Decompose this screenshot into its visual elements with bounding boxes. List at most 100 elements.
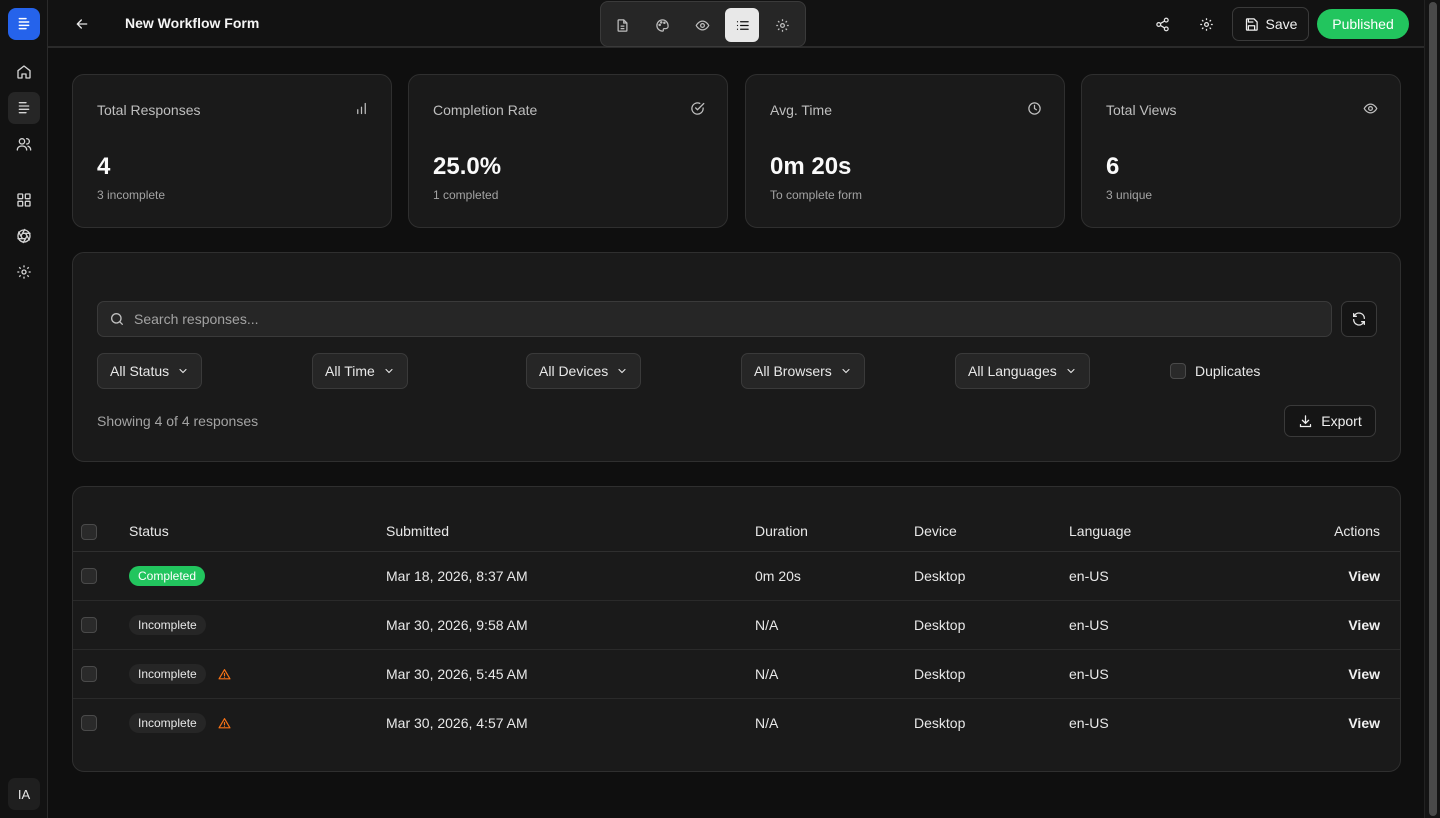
device-cell: Desktop bbox=[914, 715, 966, 731]
gear-icon bbox=[775, 18, 789, 32]
duration-cell: N/A bbox=[755, 666, 779, 682]
devices-filter[interactable]: All Devices bbox=[526, 353, 642, 389]
stat-subtext: 3 incomplete bbox=[97, 188, 166, 202]
duplicates-toggle[interactable]: Duplicates bbox=[1170, 363, 1260, 379]
document-icon bbox=[617, 18, 627, 32]
users-icon bbox=[16, 138, 32, 151]
table-header: Status Submitted Duration Device Languag… bbox=[73, 487, 1400, 552]
row-checkbox[interactable] bbox=[81, 617, 97, 633]
duplicates-checkbox[interactable] bbox=[1170, 363, 1186, 379]
results-count: Showing 4 of 4 responses bbox=[97, 413, 259, 429]
row-checkbox[interactable] bbox=[81, 715, 97, 731]
language-cell: en-US bbox=[1069, 715, 1109, 731]
clock-icon bbox=[1027, 101, 1042, 116]
tab-settings[interactable] bbox=[765, 8, 799, 42]
bar-chart-icon bbox=[354, 101, 369, 116]
tab-editor[interactable] bbox=[605, 8, 639, 42]
submitted-cell: Mar 18, 2026, 8:37 AM bbox=[386, 568, 528, 584]
export-button[interactable]: Export bbox=[1284, 405, 1376, 437]
back-button[interactable] bbox=[70, 12, 94, 36]
chevron-down-icon bbox=[179, 368, 187, 374]
arrow-left-icon bbox=[76, 19, 88, 29]
table-row: Incomplete Mar 30, 2026, 4:57 AM N/A Des… bbox=[73, 699, 1400, 748]
stat-label: Total Views bbox=[1106, 102, 1177, 118]
select-all-checkbox[interactable] bbox=[81, 524, 97, 540]
language-cell: en-US bbox=[1069, 666, 1109, 682]
browsers-filter[interactable]: All Browsers bbox=[741, 353, 865, 389]
view-mode-switch bbox=[600, 1, 806, 47]
sidebar: IA bbox=[0, 0, 48, 818]
check-circle-icon bbox=[690, 101, 705, 116]
tab-responses[interactable] bbox=[725, 8, 759, 42]
device-cell: Desktop bbox=[914, 666, 966, 682]
save-label: Save bbox=[1265, 16, 1298, 32]
save-button[interactable]: Save bbox=[1232, 7, 1309, 41]
duration-cell: 0m 20s bbox=[755, 568, 801, 584]
device-cell: Desktop bbox=[914, 568, 966, 584]
warning-icon bbox=[218, 717, 231, 730]
gear-icon bbox=[1199, 17, 1213, 31]
stat-subtext: 3 unique bbox=[1106, 188, 1153, 202]
warning-icon bbox=[218, 668, 231, 681]
refresh-icon bbox=[1353, 312, 1365, 326]
sidebar-item-users[interactable] bbox=[8, 128, 40, 160]
duration-cell: N/A bbox=[755, 715, 779, 731]
form-list-icon bbox=[18, 17, 30, 30]
view-link[interactable]: View bbox=[1348, 666, 1380, 682]
sidebar-item-home[interactable] bbox=[8, 56, 40, 88]
stat-value: 0m 20s bbox=[770, 153, 852, 180]
table-row: Completed Mar 18, 2026, 8:37 AM 0m 20s D… bbox=[73, 552, 1400, 601]
page-scrollbar[interactable] bbox=[1424, 0, 1440, 818]
sidebar-item-apps[interactable] bbox=[8, 184, 40, 216]
save-icon bbox=[1245, 17, 1258, 31]
languages-filter[interactable]: All Languages bbox=[955, 353, 1090, 389]
scrollbar-thumb[interactable] bbox=[1429, 2, 1437, 816]
column-device: Device bbox=[914, 523, 957, 539]
submitted-cell: Mar 30, 2026, 4:57 AM bbox=[386, 715, 528, 731]
sidebar-item-forms[interactable] bbox=[8, 92, 40, 124]
search-input[interactable] bbox=[134, 302, 1314, 336]
share-button[interactable] bbox=[1150, 12, 1174, 36]
chevron-down-icon bbox=[618, 368, 626, 374]
avatar[interactable]: IA bbox=[8, 778, 40, 810]
stat-card-completion-rate: Completion Rate 25.0% 1 completed bbox=[408, 74, 728, 228]
view-link[interactable]: View bbox=[1348, 568, 1380, 584]
page-title: New Workflow Form bbox=[125, 15, 260, 31]
column-duration: Duration bbox=[755, 523, 808, 539]
chevron-down-icon bbox=[1067, 368, 1075, 374]
sidebar-item-integrations[interactable] bbox=[8, 220, 40, 252]
download-icon bbox=[1300, 414, 1312, 427]
languages-filter-value: All Languages bbox=[968, 363, 1057, 379]
time-filter-value: All Time bbox=[325, 363, 375, 379]
sidebar-item-settings[interactable] bbox=[8, 256, 40, 288]
status-badge: Completed bbox=[129, 566, 206, 586]
status-badge: Incomplete bbox=[129, 615, 206, 635]
grid-icon bbox=[17, 193, 31, 207]
chevron-down-icon bbox=[842, 368, 850, 374]
tab-preview[interactable] bbox=[685, 8, 719, 42]
published-button[interactable]: Published bbox=[1317, 9, 1409, 39]
status-filter[interactable]: All Status bbox=[97, 353, 203, 389]
row-checkbox[interactable] bbox=[81, 666, 97, 682]
time-filter[interactable]: All Time bbox=[312, 353, 408, 389]
palette-icon bbox=[655, 18, 669, 32]
export-label: Export bbox=[1321, 413, 1362, 429]
column-actions: Actions bbox=[1334, 523, 1380, 539]
column-status: Status bbox=[129, 523, 169, 539]
refresh-button[interactable] bbox=[1341, 301, 1377, 337]
chevron-down-icon bbox=[385, 368, 393, 374]
language-cell: en-US bbox=[1069, 568, 1109, 584]
browsers-filter-value: All Browsers bbox=[754, 363, 832, 379]
row-checkbox[interactable] bbox=[81, 568, 97, 584]
view-link[interactable]: View bbox=[1348, 617, 1380, 633]
table-row: Incomplete Mar 30, 2026, 5:45 AM N/A Des… bbox=[73, 650, 1400, 699]
status-badge: Incomplete bbox=[129, 713, 206, 733]
top-bar: New Workflow Form Save Published bbox=[48, 0, 1424, 48]
view-link[interactable]: View bbox=[1348, 715, 1380, 731]
form-settings-button[interactable] bbox=[1194, 12, 1218, 36]
tab-design[interactable] bbox=[645, 8, 679, 42]
eye-icon bbox=[1363, 101, 1378, 116]
app-logo[interactable] bbox=[8, 8, 40, 40]
column-submitted: Submitted bbox=[386, 523, 450, 539]
status-badge: Incomplete bbox=[129, 664, 206, 684]
